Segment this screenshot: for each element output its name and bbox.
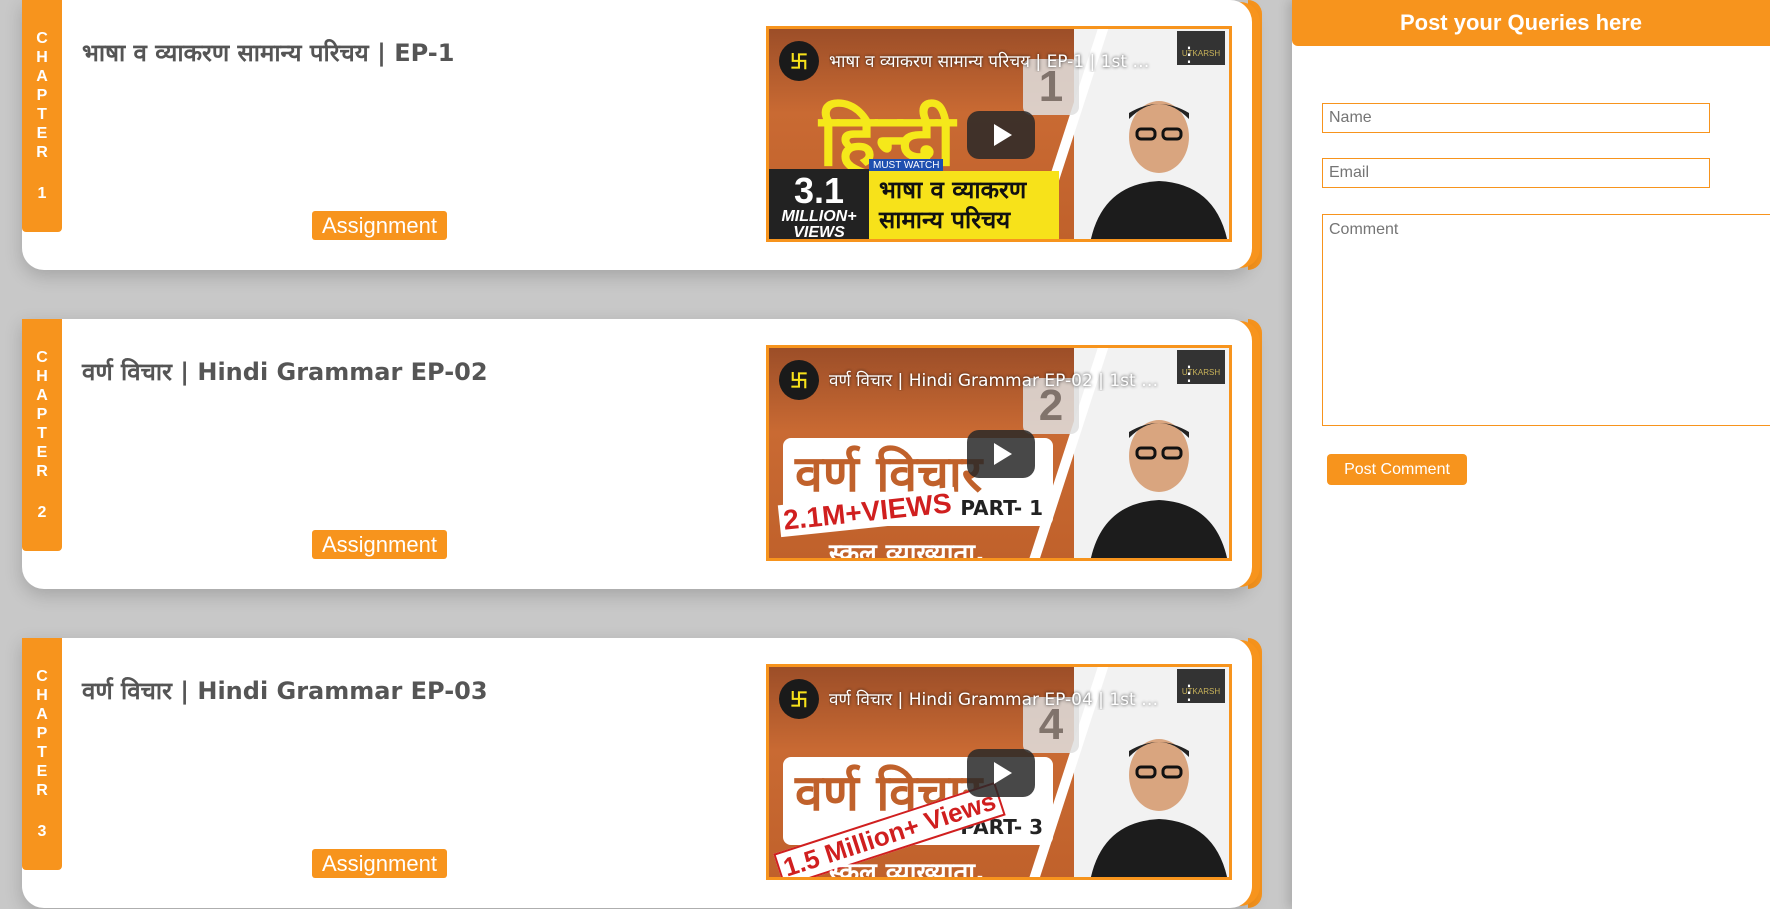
channel-logo-icon[interactable]: 卐	[779, 41, 819, 81]
chapter-tab: C H A P T E R 2	[22, 319, 62, 551]
comment-input[interactable]	[1322, 214, 1770, 426]
chapter-letter: A	[36, 706, 48, 723]
video-embed[interactable]: 2 वर्ण विचार PART- 1 2.1M+VIEWS स्कूल व्…	[766, 345, 1232, 561]
chapter-number: 2	[37, 504, 47, 521]
chapter-letter: R	[36, 463, 48, 480]
video-embed[interactable]: 4 वर्ण विचार PART- 3 1.5 Million+ Views …	[766, 664, 1232, 880]
play-button-icon[interactable]	[967, 430, 1035, 478]
chapter-letter: H	[36, 368, 48, 385]
chapter-title: वर्ण विचार | Hindi Grammar EP-02	[82, 358, 488, 386]
chapter-title: भाषा व व्याकरण सामान्य परिचय | EP-1	[82, 39, 455, 67]
assignment-button[interactable]: Assignment	[312, 849, 447, 878]
name-input[interactable]	[1322, 103, 1710, 133]
part-label: PART- 1	[960, 496, 1043, 520]
chapter-letter: E	[36, 444, 48, 461]
chapter-letter: A	[36, 387, 48, 404]
views-label: MILLION+ VIEWS	[781, 208, 857, 241]
queries-panel: Post your Queries here Post Comment	[1292, 0, 1770, 909]
thumbnail-caption: भाषा व व्याकरण सामान्य परिचय	[869, 171, 1059, 239]
chapter-letter: P	[36, 725, 48, 742]
chapter-letter: P	[36, 87, 48, 104]
chapter-letter: E	[36, 125, 48, 142]
chapter-title: वर्ण विचार | Hindi Grammar EP-03	[82, 677, 488, 705]
video-title[interactable]: वर्ण विचार | Hindi Grammar EP-04 | 1st G…	[829, 687, 1159, 710]
post-comment-button[interactable]: Post Comment	[1327, 454, 1467, 485]
queries-title: Post your Queries here	[1292, 0, 1770, 46]
chapter-letter: C	[36, 668, 48, 685]
assignment-button[interactable]: Assignment	[312, 211, 447, 240]
video-embed[interactable]: हिन्दी 1 MUST WATCH 3.1 MILLION+ VIEWS भ…	[766, 26, 1232, 242]
chapter-letter: R	[36, 144, 48, 161]
play-button-icon[interactable]	[967, 111, 1035, 159]
chapter-letter: C	[36, 349, 48, 366]
chapter-letter: T	[37, 425, 47, 442]
more-options-icon[interactable]: ⋮	[1179, 683, 1199, 703]
chapter-number: 3	[37, 823, 47, 840]
chapter-letter: E	[36, 763, 48, 780]
chapter-word: C H A P T E R	[36, 29, 48, 162]
chapter-number: 1	[37, 185, 47, 202]
chapter-letter: R	[36, 782, 48, 799]
chapter-card: C H A P T E R 2 वर्ण विचार | Hindi Gramm…	[22, 319, 1262, 589]
chapter-letter: P	[36, 406, 48, 423]
video-title[interactable]: वर्ण विचार | Hindi Grammar EP-02 | 1st G…	[829, 368, 1159, 391]
teacher-photo	[1090, 420, 1228, 558]
views-number: 3.1	[793, 170, 845, 211]
chapter-card: C H A P T E R 3 वर्ण विचार | Hindi Gramm…	[22, 638, 1262, 908]
more-options-icon[interactable]: ⋮	[1179, 364, 1199, 384]
play-button-icon[interactable]	[967, 749, 1035, 797]
video-title[interactable]: भाषा व व्याकरण सामान्य परिचय | EP-1 | 1s…	[829, 49, 1159, 72]
chapter-letter: T	[37, 744, 47, 761]
teacher-line: स्कूल व्याख्याता,	[829, 539, 985, 561]
chapter-word: C H A P T E R	[36, 348, 48, 481]
chapter-letter: H	[36, 687, 48, 704]
more-options-icon[interactable]: ⋮	[1179, 45, 1199, 65]
email-input[interactable]	[1322, 158, 1710, 188]
chapter-letter: C	[36, 30, 48, 47]
chapter-letter: H	[36, 49, 48, 66]
channel-logo-icon[interactable]: 卐	[779, 360, 819, 400]
teacher-photo	[1090, 739, 1228, 877]
views-box: 3.1 MILLION+ VIEWS	[769, 169, 869, 241]
chapter-tab: C H A P T E R 1	[22, 0, 62, 232]
chapter-letter: T	[37, 106, 47, 123]
teacher-line: स्कूल व्याख्याता,	[829, 858, 985, 880]
chapter-word: C H A P T E R	[36, 667, 48, 800]
assignment-button[interactable]: Assignment	[312, 530, 447, 559]
chapter-card: C H A P T E R 1 भाषा व व्याकरण सामान्य प…	[22, 0, 1262, 270]
teacher-photo	[1090, 101, 1228, 239]
chapter-tab: C H A P T E R 3	[22, 638, 62, 870]
channel-logo-icon[interactable]: 卐	[779, 679, 819, 719]
chapter-letter: A	[36, 68, 48, 85]
chapter-list: C H A P T E R 1 भाषा व व्याकरण सामान्य प…	[0, 0, 1262, 909]
